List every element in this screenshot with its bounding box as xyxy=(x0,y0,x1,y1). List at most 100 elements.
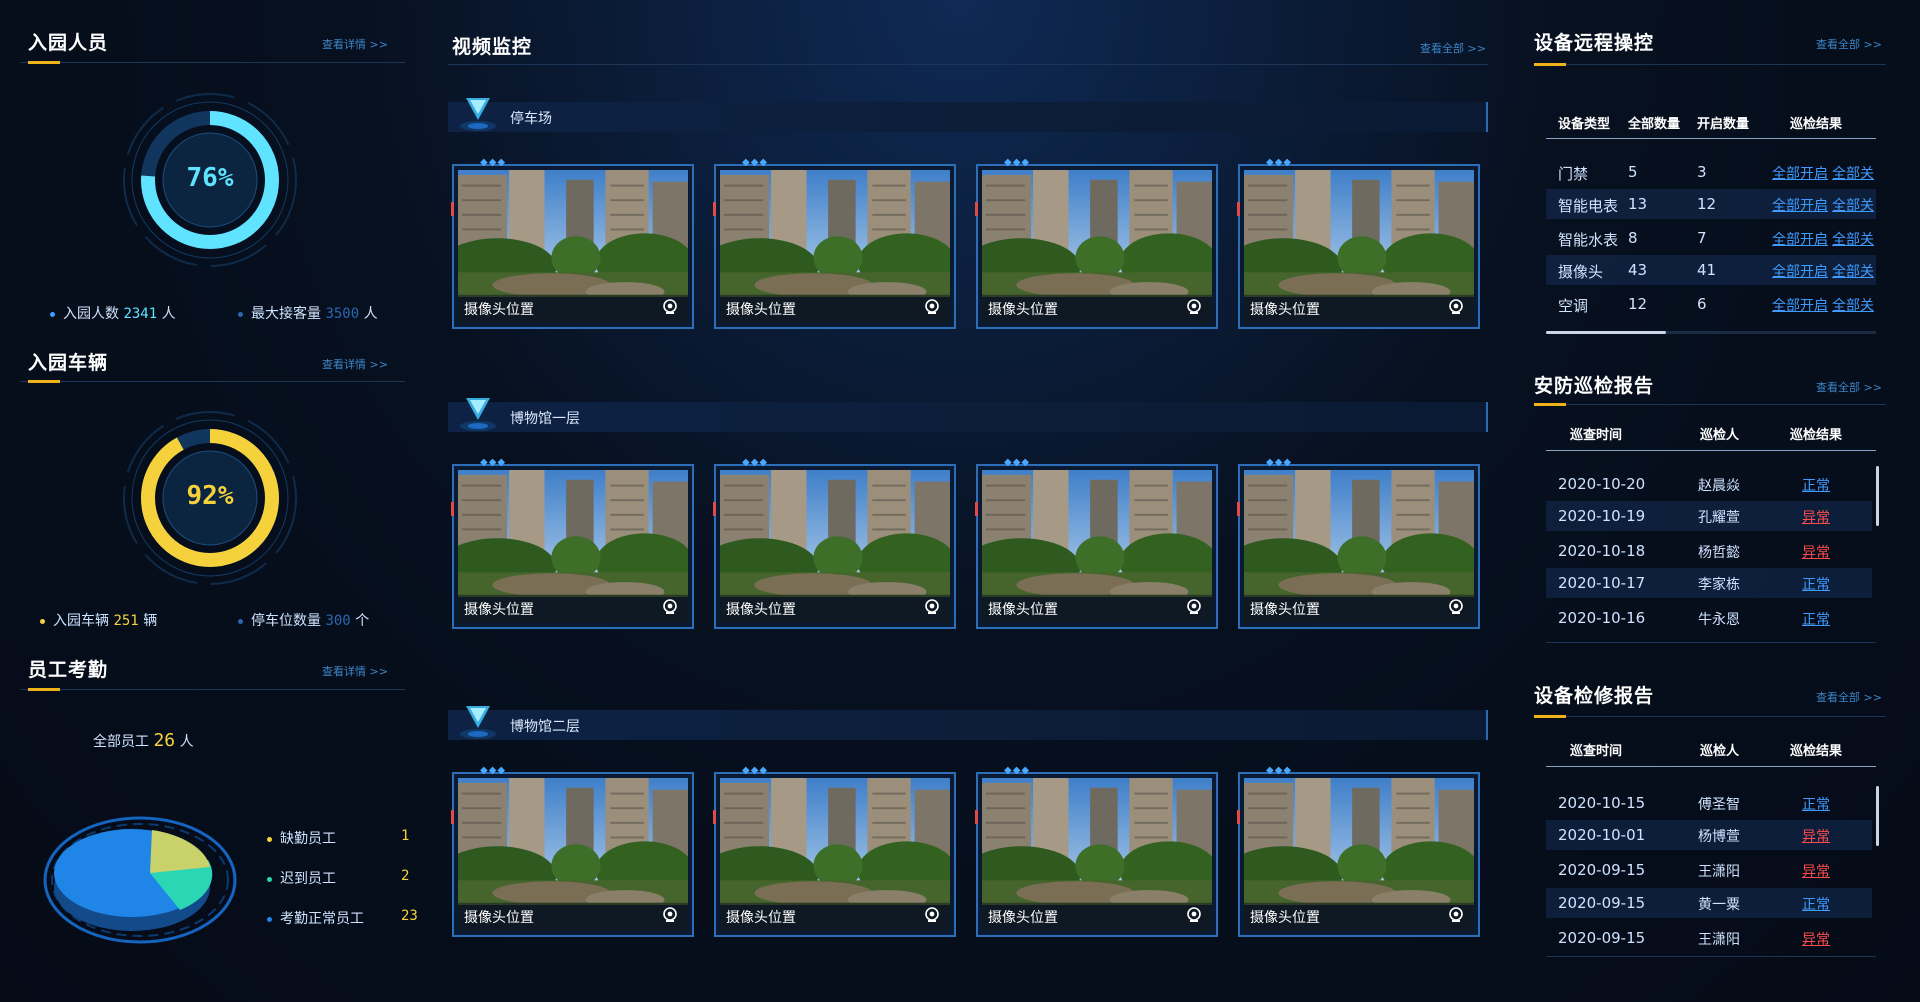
open-all-button[interactable]: 全部开启 xyxy=(1772,295,1828,315)
visitors-more-link[interactable]: 查看详情 >> xyxy=(322,36,388,52)
vertical-scrollbar[interactable] xyxy=(1876,466,1879,526)
scrollbar-thumb[interactable] xyxy=(1546,331,1666,334)
table-row: 2020-10-20 赵晨焱 正常 xyxy=(1546,469,1872,499)
frame-decoration: ◆◆◆ xyxy=(1266,457,1293,468)
close-all-button[interactable]: 全部关 xyxy=(1832,229,1874,249)
vehicles-count-value: 251 xyxy=(113,613,139,629)
report-result-link[interactable]: 异常 xyxy=(1802,929,1830,949)
title-accent xyxy=(28,380,60,383)
report-result-link[interactable]: 异常 xyxy=(1802,861,1830,881)
camera-feed[interactable]: ◆◆◆ 摄像头位置 xyxy=(713,765,956,937)
visitors-gauge: 76% xyxy=(120,90,300,270)
video-more-link[interactable]: 查看全部 >> xyxy=(1420,40,1486,56)
bullet-dot xyxy=(40,618,45,624)
camera-feed[interactable]: ◆◆◆ 摄像头位置 xyxy=(975,765,1218,937)
legend-label: 缺勤员工 xyxy=(280,831,336,847)
camera-feed[interactable]: ◆◆◆ 摄像头位置 xyxy=(713,157,956,329)
webcam-icon[interactable] xyxy=(1448,599,1464,619)
attendance-pie-chart xyxy=(40,775,240,975)
report-result-link[interactable]: 异常 xyxy=(1802,826,1830,846)
camera-feed[interactable]: ◆◆◆ 摄像头位置 xyxy=(1237,765,1480,937)
patrol-more-link[interactable]: 查看全部 >> xyxy=(1816,379,1882,395)
report-date: 2020-10-16 xyxy=(1558,609,1646,627)
video-title: 视频监控 xyxy=(452,36,533,58)
report-person: 黄一粟 xyxy=(1698,897,1740,913)
camera-caption: 摄像头位置 xyxy=(464,302,534,318)
report-result-link[interactable]: 异常 xyxy=(1802,507,1830,527)
device-type: 摄像头 xyxy=(1558,263,1604,281)
open-all-button[interactable]: 全部开启 xyxy=(1772,261,1828,281)
legend-dot xyxy=(267,916,272,922)
webcam-icon[interactable] xyxy=(1448,299,1464,319)
open-all-button[interactable]: 全部开启 xyxy=(1772,229,1828,249)
frame-decoration: ◆◆◆ xyxy=(1004,765,1031,776)
report-result-link[interactable]: 正常 xyxy=(1802,475,1830,495)
camera-feed[interactable]: ◆◆◆ 摄像头位置 xyxy=(451,457,694,629)
close-all-button[interactable]: 全部关 xyxy=(1832,195,1874,215)
repair-more-link[interactable]: 查看全部 >> xyxy=(1816,689,1882,705)
bullet-dot xyxy=(50,311,55,317)
webcam-icon[interactable] xyxy=(1186,299,1202,319)
close-all-button[interactable]: 全部关 xyxy=(1832,261,1874,281)
camera-feed[interactable]: ◆◆◆ 摄像头位置 xyxy=(975,457,1218,629)
horizontal-scrollbar[interactable] xyxy=(1546,331,1876,334)
device-total: 12 xyxy=(1628,295,1648,313)
camera-caption: 摄像头位置 xyxy=(988,602,1058,618)
device-on: 12 xyxy=(1697,195,1717,213)
table-row: 2020-09-15 王潇阳 异常 xyxy=(1546,855,1872,885)
camera-feed[interactable]: ◆◆◆ 摄像头位置 xyxy=(1237,457,1480,629)
webcam-icon[interactable] xyxy=(1186,907,1202,927)
report-date: 2020-10-01 xyxy=(1558,826,1646,844)
webcam-icon[interactable] xyxy=(662,299,678,319)
remote-more-link[interactable]: 查看全部 >> xyxy=(1816,36,1882,52)
webcam-icon[interactable] xyxy=(1186,599,1202,619)
vehicles-spaces-label: 停车位数量 xyxy=(251,613,321,629)
remote-header-result: 巡检结果 xyxy=(1790,117,1843,132)
table-row: 2020-10-15 傅圣智 正常 xyxy=(1546,788,1872,818)
device-type: 智能电表 xyxy=(1558,197,1619,215)
attendance-more-link[interactable]: 查看详情 >> xyxy=(322,663,388,679)
vertical-scrollbar[interactable] xyxy=(1876,786,1879,846)
camera-feed[interactable]: ◆◆◆ 摄像头位置 xyxy=(451,157,694,329)
repair-header-person: 巡检人 xyxy=(1700,744,1740,759)
report-result-link[interactable]: 正常 xyxy=(1802,794,1830,814)
device-on: 41 xyxy=(1697,261,1717,279)
title-accent xyxy=(28,61,60,64)
visitors-max-unit: 人 xyxy=(363,306,378,322)
webcam-icon[interactable] xyxy=(662,907,678,927)
frame-decoration xyxy=(451,810,454,824)
camera-feed[interactable]: ◆◆◆ 摄像头位置 xyxy=(1237,157,1480,329)
webcam-icon[interactable] xyxy=(1448,907,1464,927)
close-all-button[interactable]: 全部关 xyxy=(1832,163,1874,183)
report-result-link[interactable]: 异常 xyxy=(1802,542,1830,562)
report-result-link[interactable]: 正常 xyxy=(1802,574,1830,594)
frame-decoration: ◆◆◆ xyxy=(480,157,507,168)
patrol-title: 安防巡检报告 xyxy=(1534,375,1655,397)
vehicles-more-link[interactable]: 查看详情 >> xyxy=(322,356,388,372)
camera-caption: 摄像头位置 xyxy=(464,910,534,926)
close-all-button[interactable]: 全部关 xyxy=(1832,295,1874,315)
video-section-header: 博物馆一层 xyxy=(448,398,1488,432)
report-date: 2020-10-19 xyxy=(1558,507,1646,525)
legend-value: 2 xyxy=(401,868,410,884)
webcam-icon[interactable] xyxy=(924,599,940,619)
webcam-icon[interactable] xyxy=(924,299,940,319)
report-result-link[interactable]: 正常 xyxy=(1802,609,1830,629)
frame-decoration xyxy=(1237,202,1240,216)
camera-feed[interactable]: ◆◆◆ 摄像头位置 xyxy=(713,457,956,629)
report-result-link[interactable]: 正常 xyxy=(1802,894,1830,914)
open-all-button[interactable]: 全部开启 xyxy=(1772,163,1828,183)
bullet-dot xyxy=(238,311,243,317)
divider xyxy=(1534,404,1886,405)
webcam-icon[interactable] xyxy=(924,907,940,927)
camera-feed[interactable]: ◆◆◆ 摄像头位置 xyxy=(975,157,1218,329)
report-person: 杨哲懿 xyxy=(1698,545,1740,561)
visitors-count-value: 2341 xyxy=(123,306,158,322)
open-all-button[interactable]: 全部开启 xyxy=(1772,195,1828,215)
report-person: 傅圣智 xyxy=(1698,797,1740,813)
title-accent xyxy=(1534,63,1566,66)
camera-feed[interactable]: ◆◆◆ 摄像头位置 xyxy=(451,765,694,937)
report-person: 王潇阳 xyxy=(1698,932,1740,948)
webcam-icon[interactable] xyxy=(662,599,678,619)
camera-caption: 摄像头位置 xyxy=(1250,602,1320,618)
